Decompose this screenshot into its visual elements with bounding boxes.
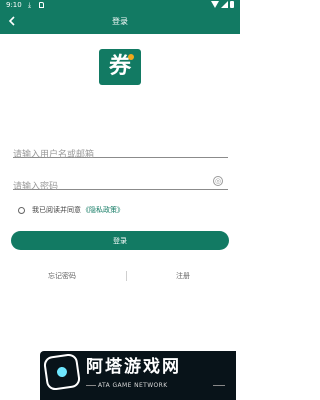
forgot-password-link[interactable]: 忘记密码 xyxy=(48,270,76,282)
app-logo: 券 xyxy=(99,49,141,85)
password-input[interactable] xyxy=(13,179,228,195)
bottom-links: 忘记密码 注册 xyxy=(0,270,240,282)
register-link[interactable]: 注册 xyxy=(176,270,190,282)
logo-text: 券 xyxy=(108,54,131,79)
watermark-subtitle: ATA GAME NETWORK xyxy=(98,382,168,389)
status-icons xyxy=(211,1,234,8)
username-field xyxy=(13,142,228,163)
wifi-icon xyxy=(211,1,219,8)
privacy-policy-link[interactable]: 《隐私政策》 xyxy=(82,205,124,215)
battery-icon xyxy=(230,1,234,8)
app-header: 登录 xyxy=(0,10,240,34)
watermark-line-right xyxy=(213,385,225,386)
agreement-text: 我已阅读并同意 xyxy=(32,206,81,214)
eye-icon[interactable]: ◎ xyxy=(213,176,223,186)
password-field: ◎ xyxy=(13,174,228,195)
page-title: 登录 xyxy=(112,17,128,26)
link-divider xyxy=(126,271,127,281)
status-time: 9:10 xyxy=(6,1,22,9)
download-icon: ⤓ xyxy=(28,1,32,9)
watermark-title: 阿塔游戏网 xyxy=(86,357,181,377)
agreement-row: 我已阅读并同意 《隐私政策》 xyxy=(18,204,124,216)
game-controller-icon xyxy=(42,352,82,392)
signal-icon xyxy=(221,1,228,8)
username-input[interactable] xyxy=(13,147,228,163)
radio-icon[interactable] xyxy=(18,206,25,214)
login-button[interactable]: 登录 xyxy=(11,231,229,250)
watermark: 阿塔游戏网 ATA GAME NETWORK xyxy=(40,351,236,400)
watermark-line-left xyxy=(86,385,96,386)
status-bar: 9:10 ⤓ xyxy=(0,0,240,10)
logo-dot-icon xyxy=(128,54,134,60)
sd-card-icon xyxy=(39,2,44,8)
